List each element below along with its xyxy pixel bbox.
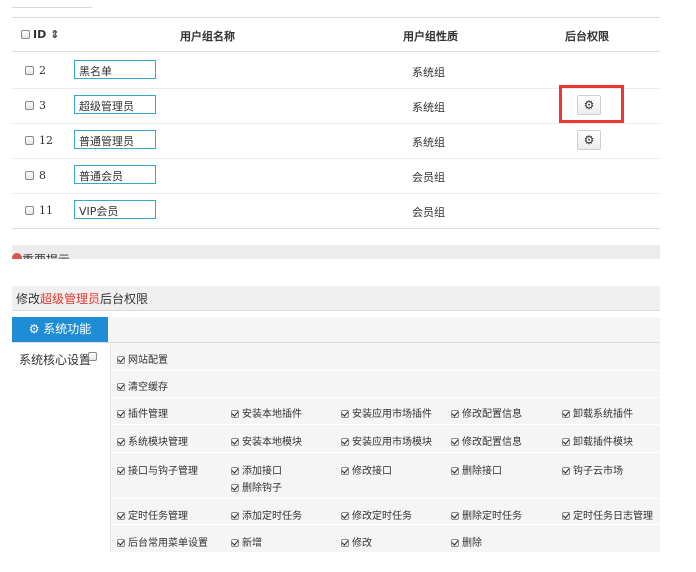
perm-header: 后台权限 [565, 30, 609, 43]
row-checkbox[interactable] [25, 136, 34, 145]
table-row: 11 VIP会员 会员组 [12, 193, 660, 228]
perm-checkbox[interactable]: 插件管理 [117, 405, 168, 420]
perm-checkbox[interactable]: 安装本地插件 [231, 405, 302, 420]
perm-row: 系统模块管理 安装本地模块 安装应用市场模块 修改配置信息 卸载插件模块 [111, 425, 660, 453]
perm-row: 清空缓存 [111, 371, 660, 398]
group-nature: 会员组 [412, 206, 445, 219]
notice-text: 重要提示 [22, 251, 70, 259]
group-nature: 系统组 [412, 101, 445, 114]
permission-title-bar: 修改 超级管理员 后台权限 [12, 286, 660, 311]
table-row: 8 普通会员 会员组 [12, 158, 660, 193]
perm-checkbox[interactable]: 卸载插件模块 [562, 433, 633, 448]
perm-checkbox[interactable]: 新增 [231, 534, 262, 549]
group-nature: 会员组 [412, 171, 445, 184]
row-checkbox[interactable] [25, 101, 34, 110]
select-all-checkbox[interactable] [21, 30, 30, 39]
tab-system-functions[interactable]: ⚙ 系统功能 [12, 317, 108, 342]
row-id: 12 [39, 134, 53, 147]
perm-checkbox[interactable]: 定时任务管理 [117, 507, 188, 522]
name-header: 用户组名称 [180, 30, 235, 43]
perm-row: 网站配置 [111, 343, 660, 371]
header-divider [12, 51, 660, 52]
permission-panel: 系统核心设置 网站配置 清空缓存 插件管理 安装本地插件 安装应用市场插件 修改… [12, 343, 660, 553]
row-id: 11 [39, 204, 53, 217]
section-column: 系统核心设置 [12, 343, 111, 552]
row-checkbox[interactable] [25, 171, 34, 180]
perm-checkbox[interactable]: 系统模块管理 [117, 433, 188, 448]
perm-checkbox[interactable]: 添加接口 [231, 462, 282, 477]
perm-checkbox[interactable]: 修改配置信息 [451, 405, 522, 420]
perm-checkbox[interactable]: 清空缓存 [117, 378, 168, 393]
section-checkbox[interactable] [88, 352, 97, 361]
perm-checkbox[interactable]: 安装应用市场插件 [341, 405, 432, 420]
section-label: 系统核心设置 [19, 353, 92, 367]
perm-checkbox[interactable]: 删除接口 [451, 462, 502, 477]
group-name-input[interactable]: 超级管理员 [74, 95, 156, 114]
table-row: 2 黑名单 系统组 [12, 53, 660, 88]
perm-checkbox[interactable]: 修改定时任务 [341, 507, 412, 522]
perm-checkbox[interactable]: 删除 [451, 534, 482, 549]
perm-checkbox[interactable]: 修改 [341, 534, 372, 549]
perm-checkbox[interactable]: 卸载系统插件 [562, 405, 633, 420]
table-row: 12 普通管理员 系统组 ⚙ [12, 123, 660, 158]
row-id: 3 [39, 99, 46, 112]
warning-icon [12, 253, 22, 259]
perm-checkbox[interactable]: 删除钩子 [231, 479, 282, 494]
perm-checkbox[interactable]: 修改接口 [341, 462, 392, 477]
row-id: 8 [39, 169, 46, 182]
perm-checkbox[interactable]: 网站配置 [117, 351, 168, 366]
table-top-border [12, 17, 660, 18]
group-name-input[interactable]: 黑名单 [74, 60, 156, 79]
title-group-name: 超级管理员 [40, 292, 101, 306]
perm-checkbox[interactable]: 接口与钩子管理 [117, 462, 198, 477]
row-checkbox[interactable] [25, 206, 34, 215]
group-nature: 系统组 [412, 136, 445, 149]
permission-tabs: ⚙ 系统功能 [12, 317, 660, 343]
perm-checkbox[interactable]: 添加定时任务 [231, 507, 302, 522]
perm-checkbox[interactable]: 后台常用菜单设置 [117, 534, 208, 549]
perm-checkbox[interactable]: 安装本地模块 [231, 433, 302, 448]
row-checkbox[interactable] [25, 66, 34, 75]
nature-header: 用户组性质 [403, 30, 458, 43]
gear-icon: ⚙ [28, 322, 40, 336]
perm-checkbox[interactable]: 修改配置信息 [451, 433, 522, 448]
group-name-input[interactable]: 普通会员 [74, 165, 156, 184]
highlight-box [559, 85, 624, 123]
sort-icon[interactable]: ⇕ [50, 28, 59, 41]
perm-row: 接口与钩子管理 添加接口 修改接口 删除接口 钩子云市场 删除钩子 [111, 453, 660, 499]
perm-row: 插件管理 安装本地插件 安装应用市场插件 修改配置信息 卸载系统插件 [111, 398, 660, 425]
group-name-input[interactable]: VIP会员 [74, 200, 156, 219]
title-prefix: 修改 [16, 292, 41, 306]
perm-checkbox[interactable]: 定时任务日志管理 [562, 507, 653, 522]
perm-row: 后台常用菜单设置 新增 修改 删除 [111, 525, 660, 553]
notice-band: 重要提示 [12, 245, 660, 259]
perm-checkbox[interactable]: 钩子云市场 [562, 462, 623, 477]
table-bottom-border [12, 228, 660, 229]
perm-row: 定时任务管理 添加定时任务 修改定时任务 删除定时任务 定时任务日志管理 [111, 499, 660, 525]
title-suffix: 后台权限 [100, 292, 149, 306]
group-nature: 系统组 [412, 66, 445, 79]
gear-icon: ⚙ [583, 133, 595, 147]
top-divider [12, 7, 92, 8]
group-name-input[interactable]: 普通管理员 [74, 130, 156, 149]
perm-checkbox[interactable]: 安装应用市场模块 [341, 433, 432, 448]
row-id: 2 [39, 64, 46, 77]
id-header[interactable]: ID ⇕ [33, 28, 59, 41]
edit-permissions-button[interactable]: ⚙ [577, 130, 601, 150]
perm-checkbox[interactable]: 删除定时任务 [451, 507, 522, 522]
